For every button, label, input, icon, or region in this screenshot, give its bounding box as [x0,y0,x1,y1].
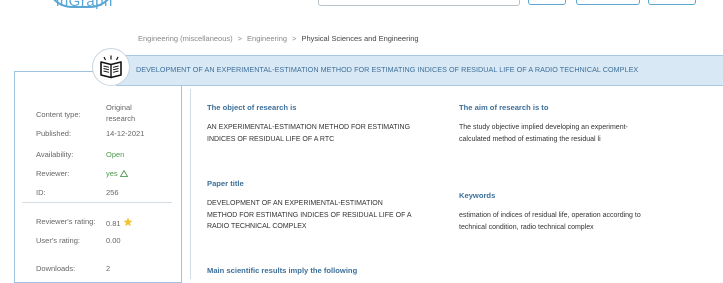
content-type-label: Content type: [36,110,81,119]
breadcrumb: Engineering (miscellaneous) > Engineering >… [138,34,419,43]
keywords-text: estimation of indices of residual life, … [459,210,641,233]
aim-text-line: The study objective implied developing a… [459,124,628,131]
aim-text-line: calculated method of estimating the resi… [459,135,601,143]
content-divider [190,89,191,279]
site-logo[interactable]: inGraph [56,0,113,10]
aim-text: The study objective implied developing a… [459,122,628,145]
downloads-value: 2 [106,264,111,273]
header-button[interactable] [528,0,566,5]
keywords-line: technical condition, radio technical com… [459,223,594,231]
keywords-line: estimation of indices of residual life, … [459,212,641,219]
object-text-line: INDICES OF RESIDUAL LIFE OF A RTC [207,135,335,143]
breadcrumb-item[interactable]: Engineering (miscellaneous) [138,34,233,43]
breadcrumb-item[interactable]: Engineering [247,34,287,43]
object-text-line: AN EXPERIMENTAL-ESTIMATION METHOD FOR ES… [207,124,411,131]
reviewer-value: yes [106,169,129,178]
availability-value: Open [106,150,125,159]
keywords-heading: Keywords [459,191,496,200]
content-type-value: Original [106,103,132,112]
id-value: 256 [106,188,119,197]
users-rating-label: User's rating: [36,236,80,245]
aim-heading: The aim of research is to [459,103,549,112]
object-text: AN EXPERIMENTAL-ESTIMATION METHOD FOR ES… [207,122,410,145]
paper-title-text: DEVELOPMENT OF AN EXPERIMENTAL-ESTIMATIO… [207,198,412,233]
paper-title-line: METHOD FOR ESTIMATING INDICES OF RESIDUA… [207,211,412,219]
search-input[interactable] [318,0,520,6]
downloads-label: Downloads: [36,264,76,273]
published-label: Published: [36,129,72,138]
users-rating-value: 0.00 [106,236,121,245]
content-type-value: research [106,114,136,123]
star-icon[interactable] [123,217,133,227]
paper-title-line: RADIO TECHNICAL COMPLEX [207,223,307,231]
reviewers-rating-number: 0.81 [106,219,121,228]
header-button[interactable] [576,0,640,5]
page-title: DEVELOPMENT OF AN EXPERIMENTAL-ESTIMATIO… [136,65,639,74]
header-button[interactable] [648,0,696,5]
reviewer-yes: yes [106,169,118,178]
paper-title-line: DEVELOPMENT OF AN EXPERIMENTAL-ESTIMATIO… [207,200,383,207]
warning-icon [119,169,129,177]
breadcrumb-item[interactable]: Physical Sciences and Engineering [301,34,418,43]
breadcrumb-separator: > [237,34,243,43]
reviewers-rating-value: 0.81 [106,217,133,228]
availability-label: Availability: [36,150,74,159]
reviewers-rating-label: Reviewer's rating: [36,217,96,226]
published-value: 14-12-2021 [106,129,145,138]
id-label: ID: [36,188,46,197]
book-icon-badge [92,48,130,86]
paper-title-heading: Paper title [207,179,244,188]
reviewer-label: Reviewer: [36,169,70,178]
breadcrumb-separator: > [292,34,297,43]
sidebar-divider [22,202,172,203]
book-icon [100,55,122,79]
object-heading: The object of research is [207,103,297,112]
